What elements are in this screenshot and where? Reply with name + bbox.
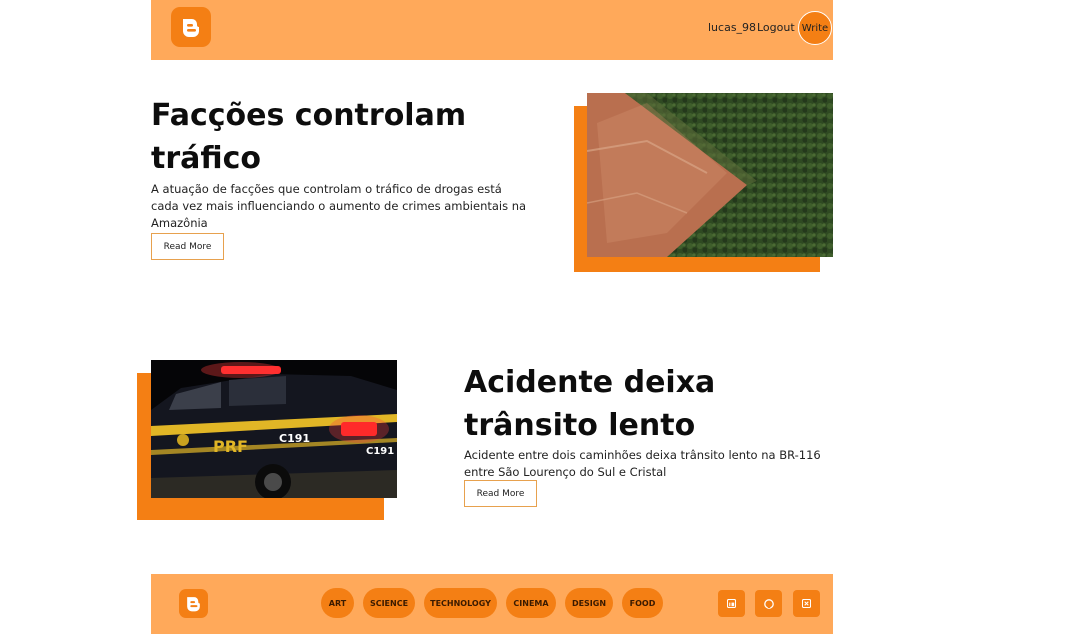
post-title-line: tráfico <box>151 141 262 176</box>
top-navbar: lucas_98 Logout Write <box>151 0 833 60</box>
post-title-line: trânsito lento <box>464 408 696 443</box>
svg-text:PRF: PRF <box>213 437 248 456</box>
category-food[interactable]: FOOD <box>622 588 663 618</box>
github-icon[interactable] <box>755 590 782 617</box>
post-title-line: Facções controlam <box>151 98 467 133</box>
post-title[interactable]: Acidente deixa trânsito lento <box>464 361 715 447</box>
svg-text:C191: C191 <box>279 432 310 445</box>
read-more-button[interactable]: Read More <box>464 480 537 507</box>
category-technology[interactable]: TECHNOLOGY <box>424 588 497 618</box>
prf-police-car-photo[interactable]: PRF C191 C191 <box>151 360 397 498</box>
deforestation-aerial-photo[interactable] <box>587 93 833 257</box>
linkedin-icon[interactable] <box>718 590 745 617</box>
post-title[interactable]: Facções controlam tráfico <box>151 94 466 180</box>
footer: ART SCIENCE TECHNOLOGY CINEMA DESIGN FOO… <box>151 574 833 634</box>
category-design[interactable]: DESIGN <box>565 588 613 618</box>
blogger-logo-icon[interactable] <box>171 7 211 47</box>
write-button[interactable]: Write <box>798 11 832 45</box>
close-square-icon[interactable] <box>793 590 820 617</box>
username-link[interactable]: lucas_98 <box>708 21 756 34</box>
post-title-line: Acidente deixa <box>464 365 716 400</box>
blogger-logo-icon[interactable] <box>179 589 208 618</box>
page: lucas_98 Logout Write Facções controlam … <box>0 0 1089 643</box>
category-science[interactable]: SCIENCE <box>363 588 415 618</box>
category-cinema[interactable]: CINEMA <box>506 588 556 618</box>
logout-link[interactable]: Logout <box>757 21 795 34</box>
post-description: A atuação de facções que controlam o trá… <box>151 182 527 230</box>
post-description: Acidente entre dois caminhões deixa trân… <box>464 448 821 479</box>
svg-text:C191: C191 <box>366 446 394 457</box>
read-more-button[interactable]: Read More <box>151 233 224 260</box>
category-art[interactable]: ART <box>321 588 354 618</box>
